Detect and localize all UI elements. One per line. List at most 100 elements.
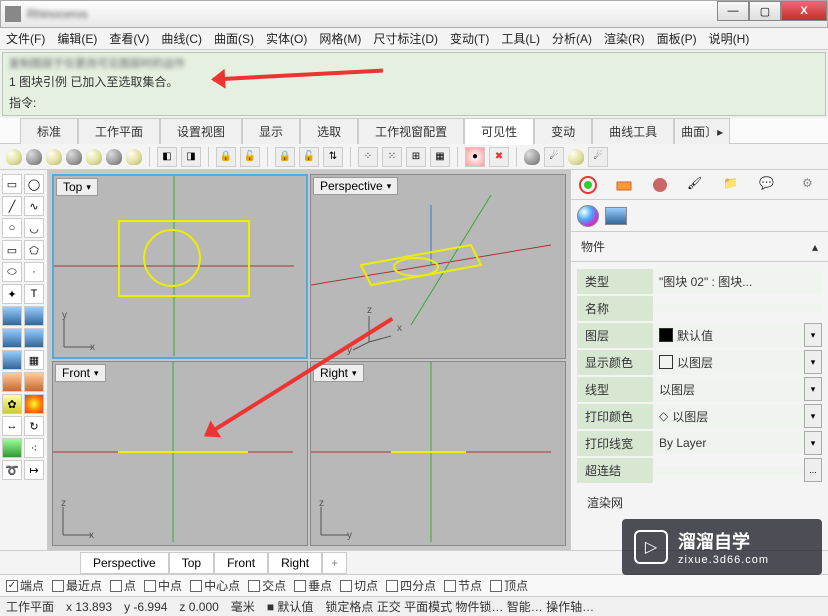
- bulb-icon[interactable]: [46, 149, 62, 165]
- dropdown-icon[interactable]: ▾: [804, 377, 822, 401]
- osnap-mid[interactable]: 中点: [144, 577, 182, 594]
- tab-display[interactable]: 显示: [242, 118, 300, 144]
- status-unit[interactable]: 毫米: [231, 598, 255, 615]
- material-ball-icon[interactable]: [577, 205, 599, 227]
- osnap-vertex[interactable]: 顶点: [490, 577, 528, 594]
- dim-icon[interactable]: ↦: [24, 460, 44, 480]
- grid-icon[interactable]: ▦: [430, 147, 450, 167]
- menu-mesh[interactable]: 网格(M): [319, 30, 361, 47]
- box-icon[interactable]: [2, 328, 22, 348]
- maximize-button[interactable]: ▢: [749, 1, 781, 21]
- status-plane[interactable]: 工作平面: [6, 598, 54, 615]
- polyline-icon[interactable]: ╱: [2, 196, 22, 216]
- curve-icon[interactable]: ∿: [24, 196, 44, 216]
- surface-icon[interactable]: [2, 306, 22, 326]
- prop-value[interactable]: [653, 466, 804, 474]
- menu-solid[interactable]: 实体(O): [266, 30, 307, 47]
- tab-cplane[interactable]: 工作平面: [78, 118, 160, 144]
- tab-select[interactable]: 选取: [300, 118, 358, 144]
- viewport-top[interactable]: Top▾ x y: [52, 174, 308, 359]
- vtab-add[interactable]: +: [322, 552, 347, 574]
- vtab-right[interactable]: Right: [268, 552, 322, 574]
- dropdown-icon[interactable]: ▾: [804, 350, 822, 374]
- prop-value[interactable]: 以图层: [653, 377, 804, 402]
- bulb-off-icon[interactable]: [106, 149, 122, 165]
- prop-value[interactable]: ◇以图层: [653, 404, 804, 429]
- text-icon[interactable]: T: [24, 284, 44, 304]
- move-icon[interactable]: ↔: [2, 416, 22, 436]
- osnap-quad[interactable]: 四分点: [386, 577, 436, 594]
- brush-tab-icon[interactable]: 🖌: [687, 176, 705, 194]
- osnap-point[interactable]: 点: [110, 577, 136, 594]
- light-off-icon[interactable]: ✖: [489, 147, 509, 167]
- viewport-label-perspective[interactable]: Perspective▾: [313, 177, 398, 195]
- unisolate-icon[interactable]: ◨: [181, 147, 201, 167]
- star-icon[interactable]: ✦: [2, 284, 22, 304]
- status-layer[interactable]: ■ 默认值: [267, 598, 314, 615]
- bulb-pts-icon[interactable]: ☄: [544, 147, 564, 167]
- extract-icon[interactable]: [2, 372, 22, 392]
- lasso-icon[interactable]: ◯: [24, 174, 44, 194]
- tab-standard[interactable]: 标准: [20, 118, 78, 144]
- viewport-front[interactable]: Front▾ x z: [52, 361, 308, 546]
- menu-help[interactable]: 说明(H): [709, 30, 750, 47]
- dropdown-icon[interactable]: ▾: [804, 323, 822, 347]
- hide-icon[interactable]: [26, 149, 42, 165]
- osnap-int[interactable]: 交点: [248, 577, 286, 594]
- rect-icon[interactable]: ▭: [2, 240, 22, 260]
- solid-icon[interactable]: [24, 328, 44, 348]
- viewport-label-right[interactable]: Right▾: [313, 364, 364, 382]
- tab-transform[interactable]: 变动: [534, 118, 592, 144]
- status-extras[interactable]: 锁定格点 正交 平面模式 物件锁… 智能… 操作轴…: [325, 598, 594, 615]
- gear-icon[interactable]: ✿: [2, 394, 22, 414]
- lock-icon[interactable]: 🔒: [216, 147, 236, 167]
- isolate-icon[interactable]: ◧: [157, 147, 177, 167]
- viewport-label-front[interactable]: Front▾: [55, 364, 106, 382]
- dots-icon[interactable]: ⁖: [24, 438, 44, 458]
- spiral-icon[interactable]: ➰: [2, 460, 22, 480]
- pointer-icon[interactable]: ▭: [2, 174, 22, 194]
- menu-panels[interactable]: 面板(P): [657, 30, 697, 47]
- layer-stack-icon[interactable]: [605, 207, 627, 225]
- planar-icon[interactable]: [24, 306, 44, 326]
- menu-curve[interactable]: 曲线(C): [161, 30, 202, 47]
- dropdown-icon[interactable]: ▾: [804, 404, 822, 428]
- tab-surface[interactable]: 曲面〕▸: [674, 118, 730, 144]
- chevron-down-icon[interactable]: ▾: [387, 181, 392, 192]
- minimize-button[interactable]: —: [717, 1, 749, 21]
- osnap-end[interactable]: ✓端点: [6, 577, 44, 594]
- bulb-icon[interactable]: [86, 149, 102, 165]
- points-off-icon[interactable]: ⁙: [382, 147, 402, 167]
- command-prompt[interactable]: 指令:: [9, 92, 819, 113]
- prop-value[interactable]: By Layer: [653, 432, 804, 454]
- layers-tab-icon[interactable]: [615, 176, 633, 194]
- browse-button[interactable]: ...: [804, 458, 822, 482]
- osnap-near[interactable]: 最近点: [52, 577, 102, 594]
- menu-surface[interactable]: 曲面(S): [214, 30, 254, 47]
- collapse-icon[interactable]: ▴: [812, 240, 818, 254]
- display-tab-icon[interactable]: [651, 176, 669, 194]
- edit-pts-icon[interactable]: ⊞: [406, 147, 426, 167]
- rotate-icon[interactable]: ↻: [24, 416, 44, 436]
- menu-view[interactable]: 查看(V): [109, 30, 149, 47]
- viewport-right[interactable]: Right▾ y z: [310, 361, 566, 546]
- prop-value[interactable]: 以图层: [653, 350, 804, 375]
- menu-render[interactable]: 渲染(R): [604, 30, 645, 47]
- circle-icon[interactable]: ○: [2, 218, 22, 238]
- prop-value[interactable]: "图块 02" : 图块...: [653, 269, 822, 294]
- menu-dimension[interactable]: 尺寸标注(D): [373, 30, 438, 47]
- lock-sel-icon[interactable]: 🔒: [275, 147, 295, 167]
- dropdown-icon[interactable]: ▾: [804, 431, 822, 455]
- swap-lock-icon[interactable]: ⇅: [323, 147, 343, 167]
- polygon-icon[interactable]: ⬠: [24, 240, 44, 260]
- explode-icon[interactable]: [24, 394, 44, 414]
- tab-curvetools[interactable]: 曲线工具: [592, 118, 674, 144]
- osnap-perp[interactable]: 垂点: [294, 577, 332, 594]
- help-tab-icon[interactable]: 💬: [759, 176, 777, 194]
- vtab-top[interactable]: Top: [169, 552, 214, 574]
- viewport-perspective[interactable]: Perspective▾ x z y: [310, 174, 566, 359]
- bulb-icon[interactable]: [524, 149, 540, 165]
- osnap-tan[interactable]: 切点: [340, 577, 378, 594]
- tab-overflow-icon[interactable]: ▸: [717, 125, 723, 139]
- points-on-icon[interactable]: ⁘: [358, 147, 378, 167]
